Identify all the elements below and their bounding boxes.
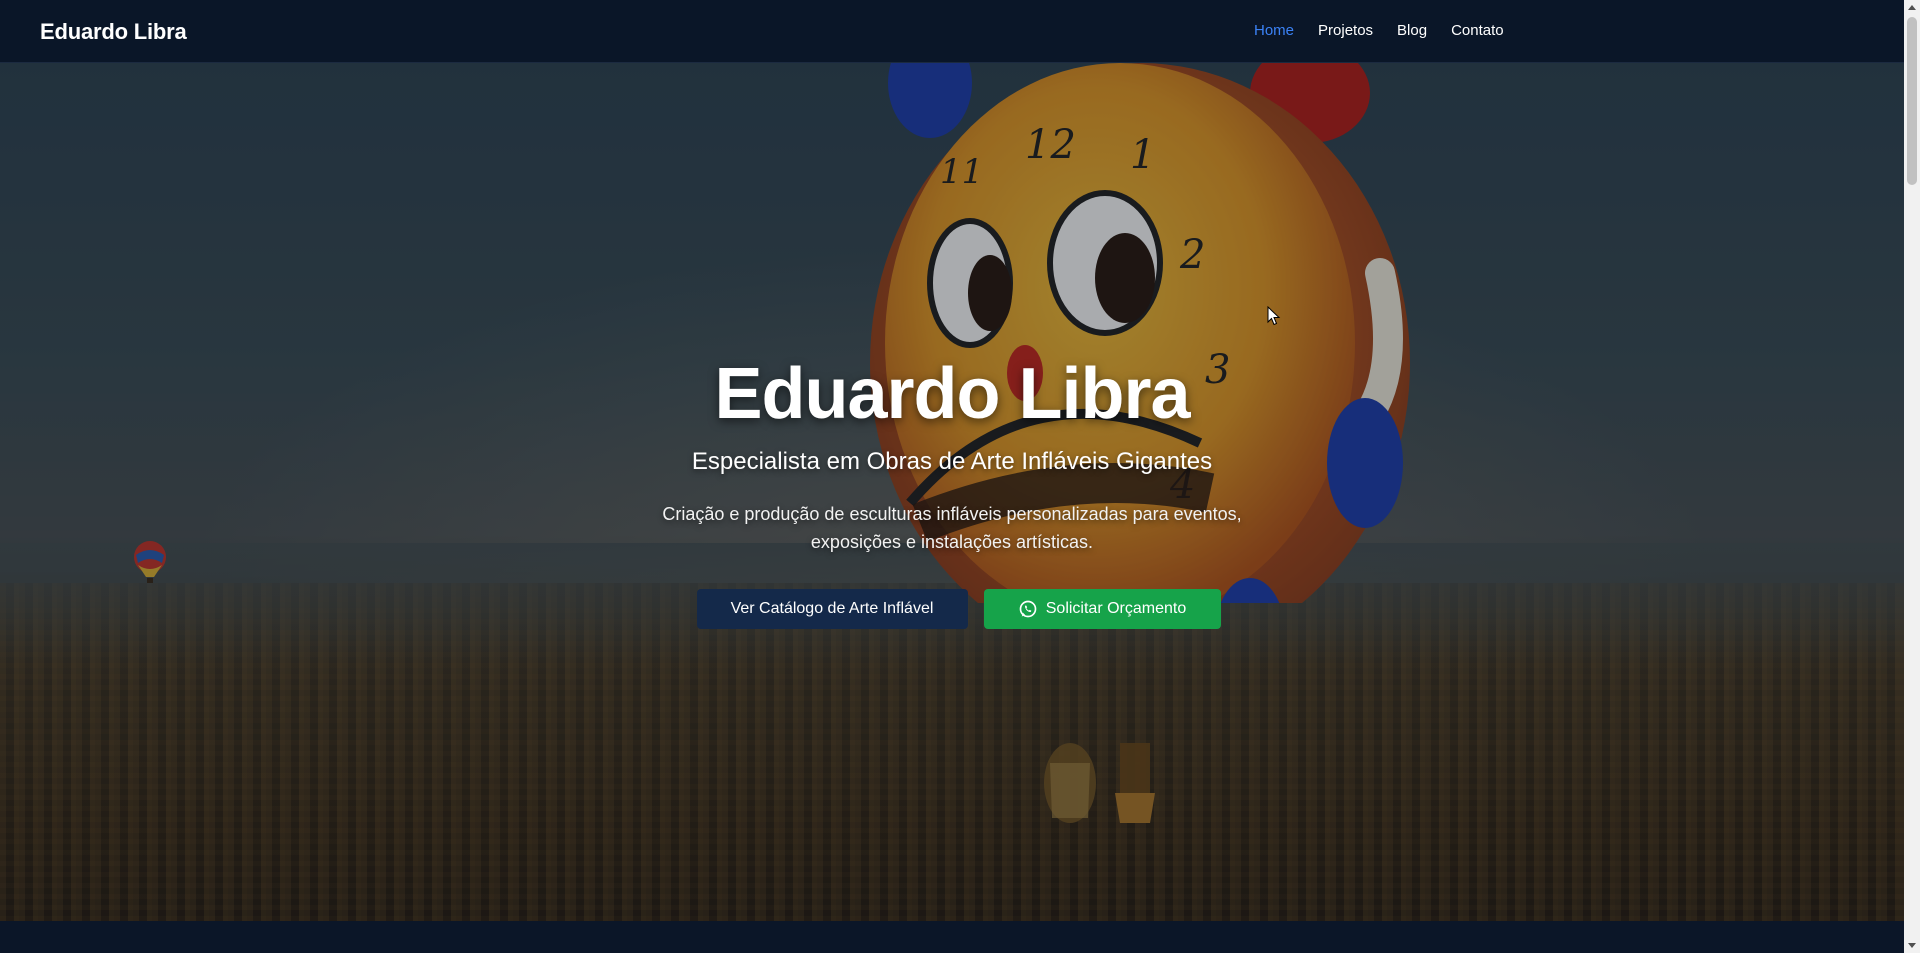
brand-logo[interactable]: Eduardo Libra: [40, 19, 187, 45]
nav-link-contato[interactable]: Contato: [1451, 22, 1504, 39]
hero-description: Criação e produção de esculturas infláve…: [662, 504, 1242, 552]
scrollbar-thumb[interactable]: [1907, 17, 1917, 185]
hero-section: 12 1 2 3 4 11 Eduardo Libra Especialista…: [0, 63, 1904, 921]
mouse-cursor-icon: [1267, 306, 1281, 326]
hero-overlay: [0, 63, 1904, 921]
navbar: Eduardo Libra Home Projetos Blog Contato: [0, 0, 1904, 63]
next-section-edge: [0, 921, 1904, 953]
nav-link-projetos[interactable]: Projetos: [1318, 22, 1373, 39]
hero-title: Eduardo Libra: [714, 354, 1190, 434]
nav-link-home[interactable]: Home: [1254, 22, 1294, 39]
quote-button-label: Solicitar Orçamento: [1045, 600, 1187, 617]
scroll-up-arrow-icon[interactable]: [1908, 5, 1916, 10]
nav-links: Home Projetos Blog Contato: [1254, 22, 1528, 39]
page: Eduardo Libra Home Projetos Blog Contato: [0, 0, 1920, 953]
nav-link-blog[interactable]: Blog: [1397, 22, 1427, 39]
page-scrollbar[interactable]: [1904, 0, 1920, 953]
hero-buttons: Ver Catálogo de Arte Inflável Solicitar …: [0, 589, 1904, 629]
hero-subtitle: Especialista em Obras de Arte Infláveis …: [691, 448, 1213, 475]
scroll-down-arrow-icon[interactable]: [1908, 943, 1916, 948]
whatsapp-icon: [1019, 600, 1037, 618]
quote-button[interactable]: Solicitar Orçamento: [983, 589, 1221, 629]
catalog-button[interactable]: Ver Catálogo de Arte Inflável: [696, 589, 968, 629]
